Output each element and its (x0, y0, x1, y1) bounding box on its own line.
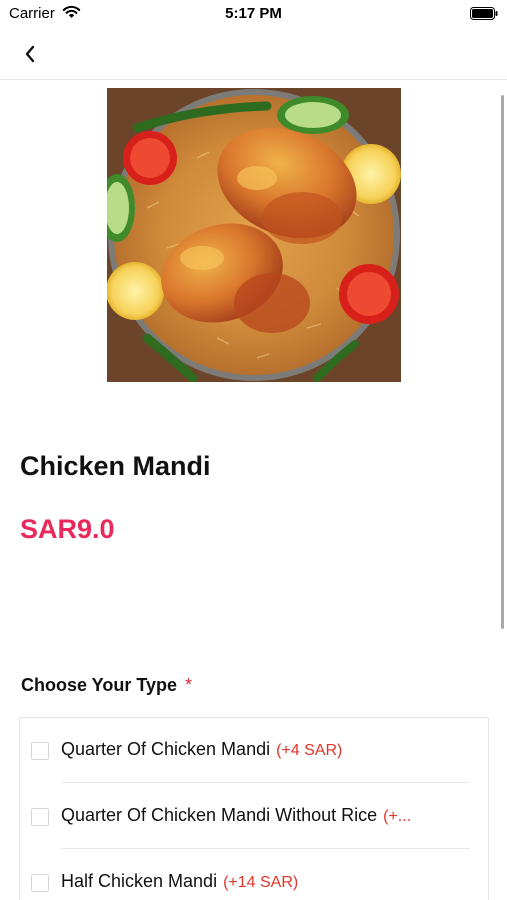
option-checkbox[interactable] (31, 808, 49, 826)
status-bar: Carrier 5:17 PM (0, 0, 507, 28)
option-price-extra: (+4 SAR) (276, 742, 343, 759)
option-item[interactable]: Quarter Of Chicken Mandi (+4 SAR) (20, 718, 488, 784)
status-time: 5:17 PM (225, 5, 282, 22)
option-divider (61, 848, 470, 849)
product-price: SAR9.0 (20, 514, 115, 544)
product-title: Chicken Mandi (20, 451, 211, 481)
option-item[interactable]: Quarter Of Chicken Mandi Without Rice (+.… (20, 784, 488, 850)
option-text: Quarter Of Chicken Mandi (+4 SAR) (61, 739, 461, 760)
options-heading-label: Choose Your Type (21, 675, 178, 695)
product-detail-content[interactable]: Chicken Mandi SAR9.0 Choose Your Type * Q… (0, 81, 507, 900)
options-section-heading: Choose Your Type * (21, 675, 192, 696)
option-label: Quarter Of Chicken Mandi (61, 739, 271, 759)
options-list: Quarter Of Chicken Mandi (+4 SAR) Quarter… (19, 717, 489, 900)
option-checkbox[interactable] (31, 742, 49, 760)
option-text: Half Chicken Mandi (+14 SAR) (61, 871, 461, 892)
option-label: Half Chicken Mandi (61, 871, 218, 891)
option-text: Quarter Of Chicken Mandi Without Rice (+.… (61, 805, 461, 826)
back-button[interactable] (14, 38, 46, 70)
required-marker: * (185, 675, 193, 695)
scrollbar[interactable] (501, 95, 504, 629)
nav-bar (0, 28, 507, 80)
option-price-extra: (+14 SAR) (223, 874, 299, 891)
product-image (107, 88, 401, 382)
option-label: Quarter Of Chicken Mandi Without Rice (61, 805, 378, 825)
option-checkbox[interactable] (31, 874, 49, 892)
option-divider (61, 782, 470, 783)
screen: Carrier 5:17 PM Chicken Mandi SAR9.0 Cho… (0, 0, 507, 900)
option-item[interactable]: Half Chicken Mandi (+14 SAR) (20, 850, 488, 900)
chevron-left-icon (25, 45, 35, 63)
battery-icon (470, 7, 498, 20)
option-price-extra: (+... (383, 808, 412, 825)
